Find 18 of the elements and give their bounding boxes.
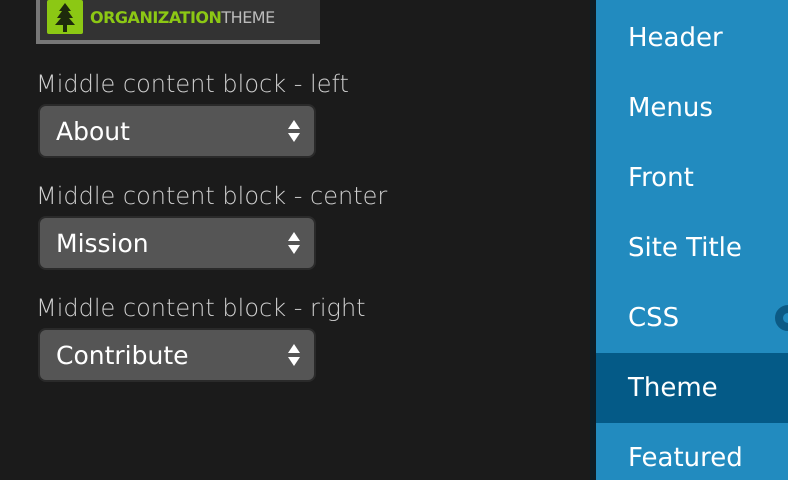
field-label: Middle content block - right — [36, 293, 367, 324]
sidebar-item[interactable]: Header — [596, 3, 788, 73]
field-label: Middle content block - center — [36, 181, 388, 212]
sidebar-item[interactable]: Menus — [596, 73, 788, 143]
tree-icon — [47, 0, 83, 34]
dropdown[interactable]: About — [38, 104, 316, 158]
updown-arrows-icon — [288, 232, 300, 254]
sidebar-item[interactable]: Site Title — [596, 213, 788, 283]
sidebar-item[interactable]: Front — [596, 143, 788, 213]
sidebar-item[interactable]: Theme — [596, 353, 788, 423]
sidebar-item[interactable]: Featured — [596, 423, 788, 480]
logo-text: ORGANIZATIONTHEME — [90, 8, 275, 27]
field-label: Middle content block - left — [36, 69, 350, 100]
updown-arrows-icon — [288, 344, 300, 366]
updown-arrows-icon — [288, 120, 300, 142]
dropdown[interactable]: Mission — [38, 216, 316, 270]
sidebar-item[interactable]: CSS — [596, 283, 788, 353]
dropdown[interactable]: Contribute — [38, 328, 316, 382]
